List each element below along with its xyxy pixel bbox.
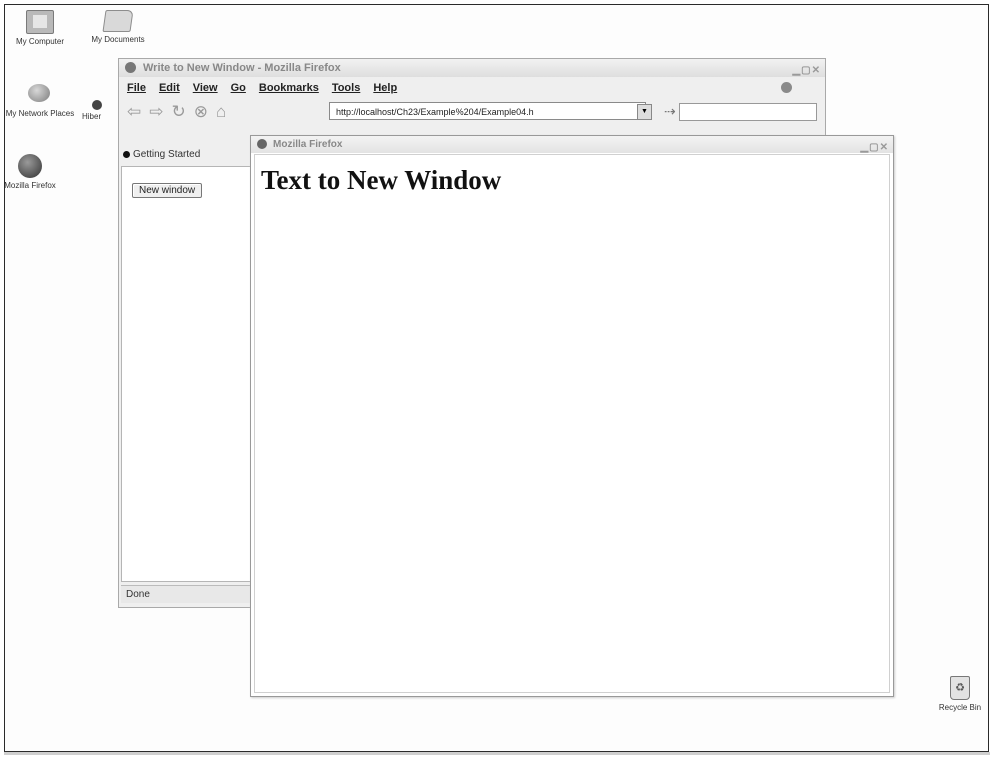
desktop-icon-label: My Computer <box>15 37 64 46</box>
popup-titlebar[interactable]: Mozilla Firefox ▁▢✕ <box>251 136 893 153</box>
desktop-icon-label: My Network Places <box>5 109 75 118</box>
status-bar: Done <box>121 585 255 603</box>
go-icon[interactable]: ⇢ <box>664 103 676 120</box>
desktop-icon-my-documents[interactable]: My Documents <box>80 10 156 44</box>
firefox-icon <box>257 139 267 149</box>
menu-help[interactable]: Help <box>373 82 397 94</box>
popup-window[interactable]: Mozilla Firefox ▁▢✕ Text to New Window <box>250 135 894 697</box>
back-icon[interactable]: ⇦ <box>127 102 141 122</box>
desktop-icon-my-network-places[interactable]: My Network Places <box>2 82 78 118</box>
network-folder-icon <box>92 100 102 110</box>
desktop-icon-recycle-bin[interactable]: ♻ Recycle Bin <box>922 676 995 712</box>
window-titlebar[interactable]: Write to New Window - Mozilla Firefox ▁▢… <box>119 59 825 77</box>
desktop-icon-label: Hiber <box>82 112 102 121</box>
desktop-icon-my-computer[interactable]: My Computer <box>2 10 78 46</box>
menu-bookmarks[interactable]: Bookmarks <box>259 82 319 94</box>
menu-bar: File Edit View Go Bookmarks Tools Help <box>119 77 825 98</box>
desktop-icon-label: Mozilla Firefox <box>4 181 56 190</box>
recycle-bin-icon: ♻ <box>950 676 970 700</box>
network-places-icon <box>26 82 54 106</box>
menu-tools[interactable]: Tools <box>332 82 361 94</box>
menu-file[interactable]: File <box>127 82 146 94</box>
taskbar-edge <box>4 752 990 755</box>
menu-go[interactable]: Go <box>231 82 246 94</box>
search-input[interactable] <box>679 103 817 121</box>
menu-edit[interactable]: Edit <box>159 82 180 94</box>
desktop-icon-label: Recycle Bin <box>938 703 982 712</box>
reload-icon[interactable]: ↻ <box>172 102 186 122</box>
page-content: New window <box>121 166 257 582</box>
forward-icon[interactable]: ⇨ <box>149 102 163 122</box>
stop-icon[interactable]: ⊗ <box>194 102 208 122</box>
firefox-icon <box>125 62 136 73</box>
menu-view[interactable]: View <box>193 82 218 94</box>
desktop-icon-label: My Documents <box>91 35 145 44</box>
status-text: Done <box>126 589 150 600</box>
navigation-toolbar: ⇦ ⇨ ↻ ⊗ ⌂ http://localhost/Ch23/Example%… <box>119 98 825 126</box>
computer-icon <box>26 10 54 34</box>
home-icon[interactable]: ⌂ <box>216 102 226 122</box>
tab-label: Getting Started <box>133 149 201 160</box>
desktop-icon-hiber[interactable]: Hiber <box>82 100 116 121</box>
popup-heading: Text to New Window <box>261 165 502 195</box>
throbber-icon <box>781 82 792 93</box>
folder-icon <box>102 10 134 32</box>
firefox-icon <box>18 154 42 178</box>
popup-title: Mozilla Firefox <box>273 139 343 150</box>
desktop-icon-mozilla-firefox[interactable]: Mozilla Firefox <box>0 154 68 190</box>
url-input[interactable]: http://localhost/Ch23/Example%204/Exampl… <box>329 102 646 120</box>
window-title: Write to New Window - Mozilla Firefox <box>143 62 341 74</box>
chevron-down-icon[interactable]: ▼ <box>637 104 652 120</box>
new-window-button[interactable]: New window <box>132 183 203 198</box>
popup-content: Text to New Window <box>254 154 890 693</box>
tab-getting-started[interactable]: Getting Started <box>121 145 201 165</box>
